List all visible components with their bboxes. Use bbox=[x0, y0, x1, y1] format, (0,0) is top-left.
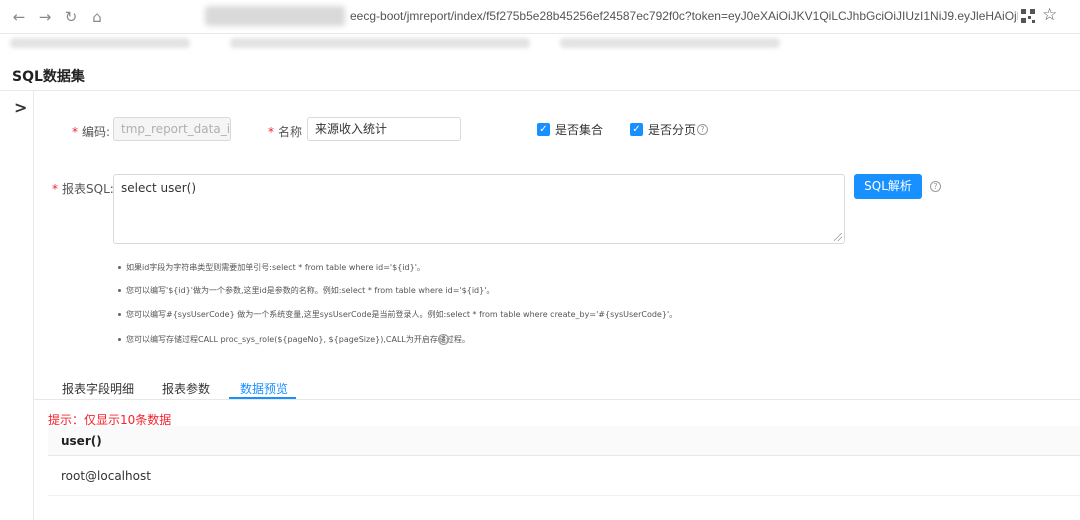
tip-item: 您可以编写存储过程CALL proc_sys_role(${pageNo}, $… bbox=[118, 334, 470, 345]
tab-field-details[interactable]: 报表字段明细 bbox=[62, 380, 134, 397]
header-divider bbox=[0, 90, 1080, 91]
help-icon[interactable]: ? bbox=[697, 124, 708, 135]
tabs-divider bbox=[34, 399, 1080, 400]
tip-item: 您可以编写#{sysUserCode} 做为一个系统变量,这里sysUserCo… bbox=[118, 309, 677, 320]
code-field[interactable]: tmp_report_data_inco bbox=[113, 117, 231, 141]
page-title: SQL数据集 bbox=[12, 69, 85, 85]
tip-item: 您可以编写'${id}'做为一个参数,这里id是参数的名称。例如:select … bbox=[118, 285, 494, 296]
table-header: user() bbox=[48, 426, 1080, 456]
sql-label: * 报表SQL: bbox=[52, 182, 114, 196]
help-icon[interactable]: ? bbox=[930, 181, 941, 192]
is-paged-checkbox[interactable]: ✓ 是否分页 bbox=[630, 121, 696, 138]
bookmarks-redacted bbox=[230, 38, 530, 48]
tip-item: 如果id字段为字符串类型则需要加单引号:select * from table … bbox=[118, 262, 425, 273]
home-icon[interactable]: ⌂ bbox=[86, 6, 108, 28]
bookmark-star-icon[interactable]: ☆ bbox=[1042, 5, 1057, 25]
column-header: user() bbox=[61, 434, 102, 448]
forward-icon[interactable]: → bbox=[34, 6, 56, 28]
table-row: root@localhost bbox=[48, 456, 1080, 496]
table-cell: root@localhost bbox=[61, 469, 151, 483]
help-icon[interactable]: ? bbox=[438, 334, 449, 345]
name-label: * 名称 bbox=[268, 125, 303, 139]
sql-textarea[interactable]: select user() bbox=[113, 174, 845, 244]
sql-text: select user() bbox=[121, 181, 197, 195]
chevron-right-icon[interactable]: > bbox=[14, 98, 27, 117]
bookmarks-redacted bbox=[560, 38, 780, 48]
resize-handle-icon[interactable] bbox=[834, 233, 842, 241]
qr-code-icon[interactable] bbox=[1021, 9, 1035, 23]
sql-parse-button[interactable]: SQL解析 bbox=[854, 174, 922, 199]
browser-toolbar: ← → ↻ ⌂ eecg-boot/jmreport/index/f5f275b… bbox=[0, 0, 1080, 34]
name-field[interactable]: 来源收入统计 bbox=[307, 117, 461, 141]
tab-data-preview[interactable]: 数据预览 bbox=[240, 380, 288, 397]
back-icon[interactable]: ← bbox=[8, 6, 30, 28]
url-redacted bbox=[205, 6, 345, 26]
address-bar-url[interactable]: eecg-boot/jmreport/index/f5f275b5e28b452… bbox=[350, 9, 1018, 23]
checkbox-checked-icon: ✓ bbox=[537, 123, 550, 136]
code-label: * 编码: bbox=[72, 125, 111, 139]
bookmarks-redacted bbox=[10, 38, 190, 48]
side-panel bbox=[0, 91, 34, 520]
tab-report-params[interactable]: 报表参数 bbox=[162, 380, 210, 397]
reload-icon[interactable]: ↻ bbox=[60, 6, 82, 28]
is-collection-checkbox[interactable]: ✓ 是否集合 bbox=[537, 121, 603, 138]
checkbox-checked-icon: ✓ bbox=[630, 123, 643, 136]
